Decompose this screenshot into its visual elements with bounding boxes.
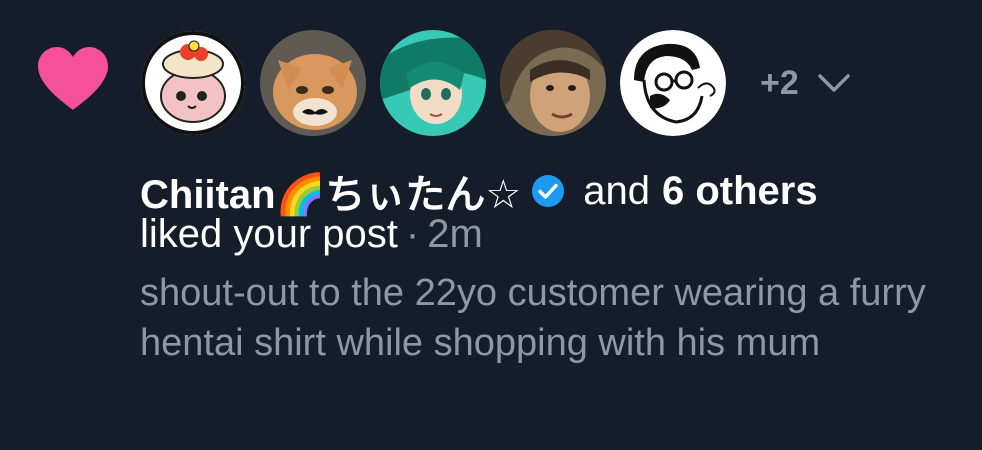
post-preview-text[interactable]: shout-out to the 22yo customer wearing a…: [140, 268, 960, 368]
others-count-link[interactable]: 6 others: [662, 169, 818, 214]
avatar[interactable]: [500, 30, 606, 136]
avatar[interactable]: [620, 30, 726, 136]
and-text: and: [583, 168, 650, 213]
action-text: liked your post: [140, 212, 398, 256]
heart-icon: [38, 47, 108, 110]
avatar[interactable]: [260, 30, 366, 136]
separator: ·: [405, 212, 420, 256]
like-notification[interactable]: +2 Chiitan🌈ちぃたん☆ and 6 others liked your…: [0, 0, 982, 450]
notification-action-line: liked your post · 2m: [140, 212, 483, 257]
expand-likers-button[interactable]: +2: [760, 64, 851, 103]
avatar[interactable]: [140, 30, 246, 136]
avatar[interactable]: [380, 30, 486, 136]
chevron-down-icon: [818, 74, 850, 92]
timestamp: 2m: [427, 212, 483, 256]
liker-avatars: +2: [140, 30, 851, 136]
more-likers-count: +2: [760, 63, 799, 102]
verified-badge-icon: [532, 175, 565, 207]
